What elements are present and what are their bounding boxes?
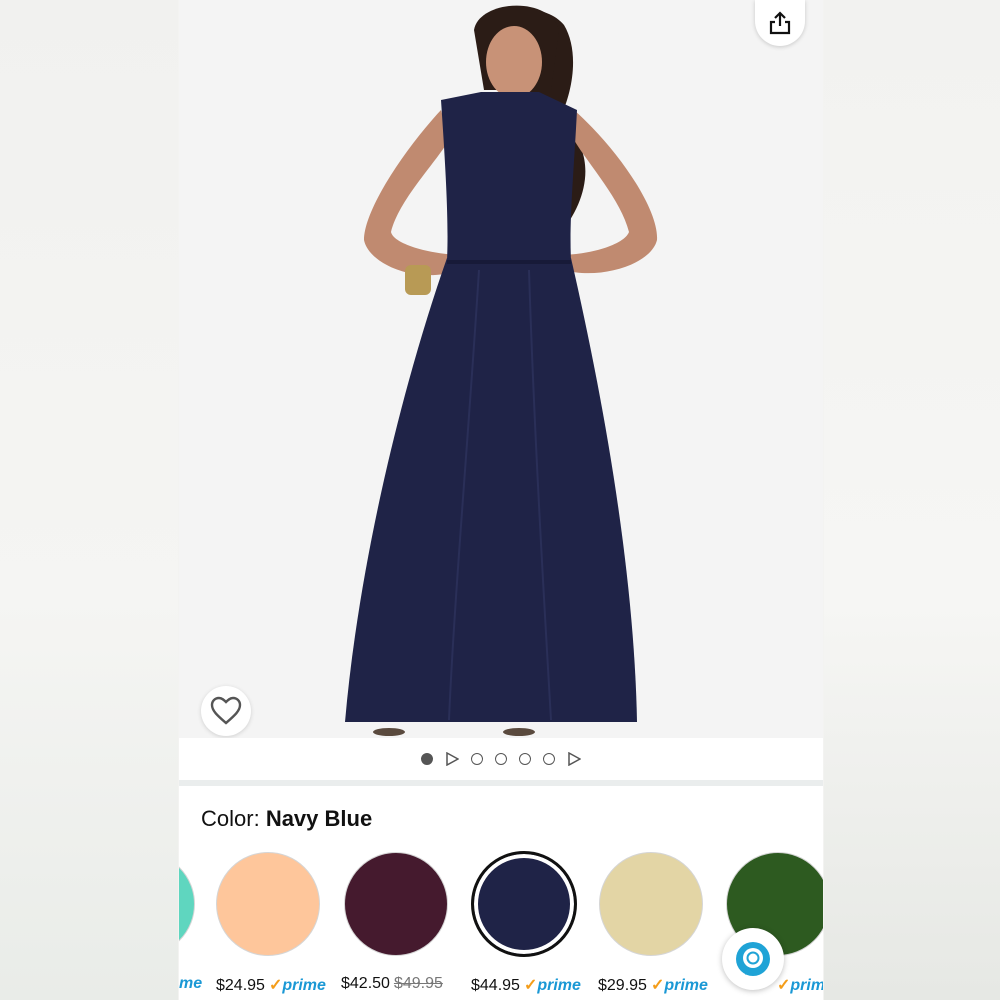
section-divider: [179, 780, 823, 786]
old-price: $49.95: [393, 975, 443, 992]
pager-dot[interactable]: [543, 753, 555, 765]
pager-video[interactable]: [567, 752, 581, 766]
price-value: $42.50: [341, 975, 390, 992]
color-label: Color: Navy Blue: [201, 806, 372, 832]
swatch-price: ✓prim: [777, 975, 823, 995]
prime-check-icon: ✓: [523, 977, 538, 994]
prime-text: prime: [282, 977, 326, 994]
color-label-prefix: Color:: [201, 806, 260, 831]
color-swatch-plum[interactable]: [344, 852, 448, 956]
alexa-button[interactable]: [722, 928, 784, 990]
pager-dot[interactable]: [495, 753, 507, 765]
color-swatch-peach[interactable]: [216, 852, 320, 956]
pager-video[interactable]: [445, 752, 459, 766]
prime-badge: ✓prime: [269, 975, 326, 995]
background-right: [824, 0, 1000, 1000]
share-icon: [769, 11, 791, 35]
prime-check-icon: ✓: [777, 977, 791, 994]
price-value: $29.95: [598, 977, 647, 994]
swatch-price: $42.50 $49.95: [341, 975, 443, 993]
color-swatch-mint[interactable]: [179, 852, 195, 956]
prime-check-icon: ✓: [650, 977, 665, 994]
product-page: Color: Navy Blue me $24.95 ✓prime $42.50…: [179, 0, 823, 1000]
prime-badge: ✓prime: [651, 975, 708, 995]
swatch-price: me: [179, 975, 202, 993]
pager-dot-active[interactable]: [421, 753, 433, 765]
swatch-price: $29.95 ✓prime: [598, 975, 708, 995]
prime-check-icon: ✓: [268, 977, 283, 994]
heart-icon: [210, 696, 242, 725]
swatch-price: $44.95 ✓prime: [471, 975, 581, 995]
play-icon: [446, 752, 459, 766]
prime-badge: me: [179, 975, 203, 992]
swatch-price: $24.95 ✓prime: [216, 975, 326, 995]
image-pager: [179, 738, 823, 780]
play-icon: [568, 752, 581, 766]
price-value: $24.95: [216, 977, 265, 994]
color-swatch-navy-blue[interactable]: [471, 851, 577, 957]
wishlist-button[interactable]: [201, 686, 251, 736]
dress-illustration: [345, 5, 658, 736]
alexa-icon: [736, 942, 770, 976]
color-swatch-row: me $24.95 ✓prime $42.50 $49.95 $44.95 ✓p…: [179, 850, 823, 1000]
color-swatch-champagne[interactable]: [599, 852, 703, 956]
prime-text: prime: [537, 977, 581, 994]
price-value: $44.95: [471, 977, 520, 994]
product-image[interactable]: [179, 0, 823, 738]
prime-text: prime: [664, 977, 708, 994]
prime-text: prim: [790, 977, 823, 994]
background-left: [0, 0, 178, 1000]
pager-dot[interactable]: [471, 753, 483, 765]
prime-badge: ✓prim: [777, 975, 823, 995]
selected-color-name: Navy Blue: [265, 806, 373, 831]
prime-badge: ✓prime: [524, 975, 581, 995]
pager-dot[interactable]: [519, 753, 531, 765]
